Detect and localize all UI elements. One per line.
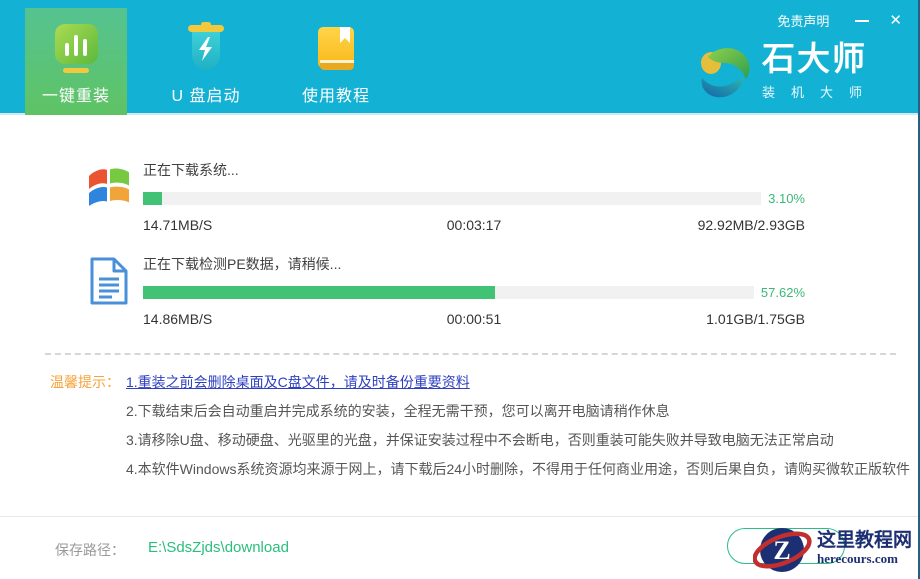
progress-fill	[143, 286, 495, 299]
windows-logo-icon	[85, 162, 133, 210]
logo-subtitle: 装机大师	[762, 82, 878, 101]
download-speed: 14.71MB/S	[143, 217, 212, 233]
logo-title: 石大师	[762, 42, 878, 75]
watermark-site-name: 这里教程网	[817, 530, 912, 552]
tip-line-backup-warning[interactable]: 1.重装之前会删除桌面及C盘文件，请及时备份重要资料	[126, 368, 910, 397]
tip-line-auto-restart: 2.下载结束后会自动重启并完成系统的安装，全程无需干预，您可以离开电脑请稍作休息	[126, 397, 910, 426]
download-size: 92.92MB/2.93GB	[698, 217, 805, 233]
download-info-row: 14.71MB/S 00:03:17 92.92MB/2.93GB	[143, 217, 805, 233]
progress-bar-pe-data	[143, 286, 754, 299]
download-status-label: 正在下载系统...	[143, 160, 805, 180]
download-section-pe-data: 正在下载检测PE数据，请稍候... 57.62% 14.86MB/S 00:00…	[85, 254, 805, 327]
bar-chart-icon	[55, 24, 98, 64]
watermark-letter: Z	[773, 536, 790, 565]
minimize-icon[interactable]	[855, 20, 869, 22]
tab-label: 一键重装	[42, 82, 110, 106]
dotted-separator	[45, 353, 896, 355]
download-info-row: 14.86MB/S 00:00:51 1.01GB/1.75GB	[143, 311, 805, 327]
watermark-z-logo: Z	[753, 520, 815, 577]
save-path-label: 保存路径：	[55, 540, 125, 560]
download-speed: 14.86MB/S	[143, 311, 212, 327]
watermark-text: 这里教程网 herecours.com	[817, 530, 916, 568]
titlebar-controls: 免责声明 ✕	[777, 11, 902, 30]
save-path-value: E:\SdsZjds\download	[148, 539, 289, 556]
app-logo: 石大师 装机大师	[698, 42, 878, 101]
progress-fill	[143, 192, 162, 205]
app-header: 一键重装 U 盘启动	[0, 0, 918, 115]
tip-line-remove-devices: 3.请移除U盘、移动硬盘、光驱里的光盘，并保证安装过程中不会断电，否则重装可能失…	[126, 426, 910, 455]
download-size: 1.01GB/1.75GB	[706, 311, 805, 327]
download-time-remaining: 00:00:51	[447, 311, 502, 327]
logo-text: 石大师 装机大师	[762, 42, 878, 101]
close-icon[interactable]: ✕	[889, 13, 902, 28]
nav-tabs: 一键重装 U 盘启动	[25, 8, 387, 115]
progress-row: 3.10%	[143, 191, 805, 206]
download-section-system: 正在下载系统... 3.10% 14.71MB/S 00:03:17 92.92…	[85, 160, 805, 233]
download-body: 正在下载系统... 3.10% 14.71MB/S 00:03:17 92.92…	[143, 160, 805, 233]
tips-label: 温馨提示：	[50, 368, 126, 484]
tab-label: 使用教程	[302, 82, 370, 106]
footer-bar: 保存路径： E:\SdsZjds\download 取消 Z 这里教程网 her…	[0, 516, 918, 579]
book-icon	[314, 25, 358, 73]
progress-row: 57.62%	[143, 285, 805, 300]
tab-tutorial[interactable]: 使用教程	[285, 8, 387, 115]
logo-swirl-icon	[698, 44, 752, 100]
tab-one-key-reinstall[interactable]: 一键重装	[25, 8, 127, 115]
watermark: Z 这里教程网 herecours.com	[753, 520, 916, 577]
usb-shield-icon	[184, 21, 228, 73]
download-icon-box	[85, 160, 133, 233]
tip-line-license-notice: 4.本软件Windows系统资源均来源于网上，请下载后24小时删除，不得用于任何…	[126, 455, 910, 484]
watermark-site-url: herecours.com	[817, 551, 912, 567]
progress-percent: 57.62%	[754, 285, 805, 300]
tab-icon-box	[55, 19, 98, 73]
tips-section: 温馨提示： 1.重装之前会删除桌面及C盘文件，请及时备份重要资料 2.下载结束后…	[50, 368, 893, 484]
download-body: 正在下载检测PE数据，请稍候... 57.62% 14.86MB/S 00:00…	[143, 254, 805, 327]
tab-icon-box	[314, 19, 358, 73]
download-time-remaining: 00:03:17	[447, 217, 502, 233]
tab-icon-box	[184, 19, 228, 73]
active-tab-underline	[63, 68, 89, 73]
document-icon	[89, 256, 129, 306]
tab-usb-boot[interactable]: U 盘启动	[155, 8, 257, 115]
disclaimer-link[interactable]: 免责声明	[777, 11, 829, 30]
tips-list: 1.重装之前会删除桌面及C盘文件，请及时备份重要资料 2.下载结束后会自动重启并…	[126, 368, 910, 484]
progress-percent: 3.10%	[761, 191, 805, 206]
app-window: 一键重装 U 盘启动	[0, 0, 920, 579]
download-icon-box	[85, 254, 133, 327]
progress-bar-system	[143, 192, 761, 205]
tab-label: U 盘启动	[171, 82, 240, 106]
download-status-label: 正在下载检测PE数据，请稍候...	[143, 254, 805, 274]
